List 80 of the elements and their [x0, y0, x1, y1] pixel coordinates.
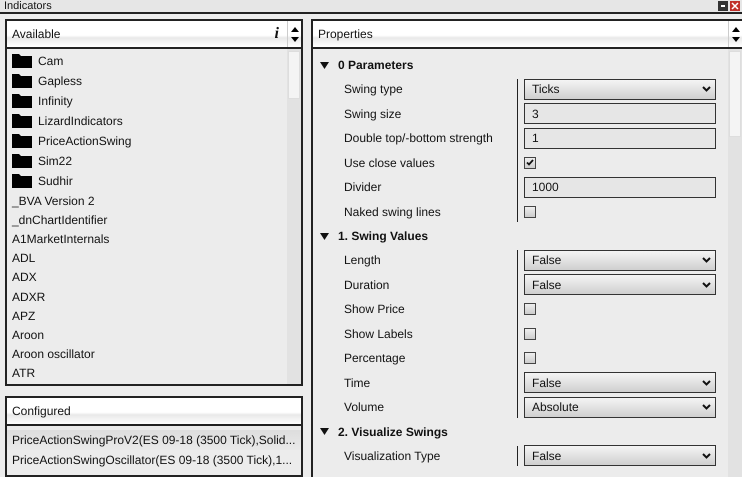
scroll-up-icon[interactable]: [732, 26, 740, 32]
property-label: Visualization Type: [343, 448, 442, 463]
folder-icon: [12, 54, 32, 68]
scrollbar[interactable]: [287, 49, 301, 384]
folder-icon: [12, 94, 32, 108]
checkbox[interactable]: [524, 156, 536, 169]
dropdown[interactable]: False: [524, 445, 716, 466]
info-button[interactable]: i: [274, 25, 279, 43]
property-label: Percentage: [343, 351, 406, 366]
property-label: Length: [343, 253, 382, 268]
section-title: 1. Swing Values: [338, 229, 428, 243]
folder-item[interactable]: Sim22: [12, 151, 287, 171]
property-label: Show Labels: [343, 326, 414, 341]
chevron-down-icon: [702, 282, 711, 288]
checkbox[interactable]: [524, 352, 536, 364]
panel-title: Properties: [318, 27, 374, 41]
indicator-item[interactable]: ADX: [12, 268, 287, 287]
chevron-down-icon: [702, 86, 711, 92]
collapse-triangle-icon[interactable]: [320, 232, 329, 240]
dropdown[interactable]: False: [524, 274, 716, 296]
scrollbar-thumb[interactable]: [288, 51, 300, 99]
indicator-item[interactable]: _dnChartIdentifier: [12, 210, 287, 230]
scroll-down-icon[interactable]: [732, 36, 740, 42]
indicator-item[interactable]: APZ: [12, 306, 287, 326]
property-label: Volume: [343, 400, 386, 414]
section-title: 0 Parameters: [338, 58, 414, 72]
folder-item[interactable]: Gapless: [12, 71, 287, 91]
chevron-down-icon: [702, 452, 711, 459]
checkbox[interactable]: [524, 206, 536, 218]
folder-item[interactable]: PriceActionSwing: [12, 131, 287, 151]
property-label: Divider: [343, 180, 382, 194]
chevron-down-icon: [702, 380, 711, 386]
folder-item[interactable]: Sudhir: [12, 171, 287, 191]
checkbox[interactable]: [524, 328, 536, 340]
property-label: Swing size: [343, 106, 402, 121]
scroll-down-icon[interactable]: [290, 36, 298, 42]
close-icon[interactable]: [730, 1, 740, 11]
property-label: Use close values: [343, 156, 436, 170]
chevron-down-icon: [702, 257, 711, 264]
scroll-up-icon[interactable]: [290, 26, 298, 32]
dropdown[interactable]: False: [524, 250, 716, 271]
indicator-item[interactable]: Aroon: [12, 325, 287, 344]
dropdown[interactable]: Ticks: [524, 78, 716, 100]
panel-title: Available: [12, 27, 62, 41]
panel-title: Configured: [12, 404, 72, 418]
property-label: Duration: [343, 278, 390, 292]
collapse-triangle-icon[interactable]: [320, 62, 329, 68]
indicator-item[interactable]: _BVA Version 2: [12, 191, 287, 210]
window-title: Indicators: [4, 0, 52, 12]
indicator-item[interactable]: ADL: [12, 248, 287, 268]
input-field[interactable]: 1: [524, 128, 716, 149]
folder-item[interactable]: LizardIndicators: [12, 111, 287, 131]
input-field[interactable]: 1000: [524, 176, 716, 198]
folder-item[interactable]: Infinity: [12, 91, 287, 111]
section-title: 2. Visualize Swings: [338, 424, 448, 438]
dropdown[interactable]: Absolute: [524, 396, 716, 418]
indicator-item[interactable]: A1MarketInternals: [12, 229, 287, 249]
folder-item[interactable]: Cam: [12, 51, 287, 71]
folder-icon: [12, 134, 32, 148]
folder-icon: [12, 114, 32, 128]
checkbox[interactable]: [524, 303, 536, 316]
folder-icon: [12, 174, 32, 188]
configured-item[interactable]: PriceActionSwingProV2(ES 09-18 (3500 Tick),Solid...: [7, 430, 301, 450]
window-menu-icon[interactable]: [718, 1, 728, 11]
folder-icon: [12, 74, 32, 88]
property-label: Swing type: [343, 82, 404, 96]
input-field[interactable]: 3: [524, 103, 716, 124]
property-label: Time: [343, 376, 372, 390]
property-label: Show Price: [343, 302, 406, 316]
indicator-item[interactable]: ADXR: [12, 286, 287, 306]
configured-item[interactable]: PriceActionSwingOscillator(ES 09-18 (3500 Tick),1...: [7, 450, 301, 470]
property-label: Naked swing lines: [343, 204, 442, 219]
scrollbar[interactable]: [728, 49, 742, 477]
indicator-item[interactable]: Aroon oscillator: [12, 344, 287, 364]
collapse-triangle-icon[interactable]: [320, 428, 329, 435]
indicator-item[interactable]: ATR: [12, 364, 287, 383]
folder-icon: [12, 154, 32, 168]
chevron-down-icon: [702, 404, 711, 410]
property-label: Double top/-bottom strength: [343, 131, 494, 146]
dropdown[interactable]: False: [524, 372, 716, 394]
